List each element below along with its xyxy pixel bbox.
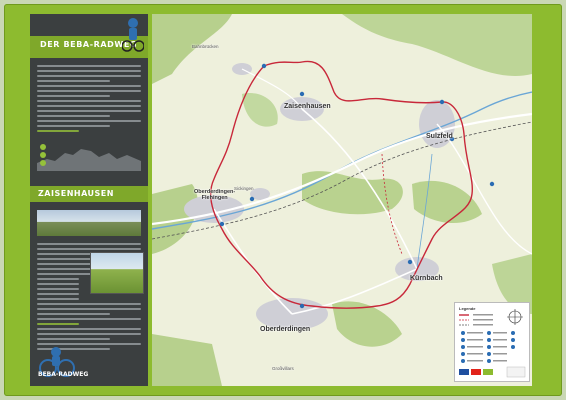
place-grossvillars: Großvillars — [272, 366, 294, 371]
place-kuernbach: Kürnbach — [410, 275, 443, 282]
poi-marker — [261, 63, 267, 69]
tree-photo — [90, 252, 144, 294]
poi-marker — [299, 303, 305, 309]
poi-marker — [219, 221, 225, 227]
place-sulzfeld: Sulzfeld — [426, 133, 453, 140]
mascot-icon — [122, 18, 144, 52]
place-bahnbrucken: Bahnbrücken — [192, 44, 219, 49]
place-sickingen: Sickingen — [234, 186, 254, 191]
village-photo — [37, 210, 141, 236]
elevation-profile — [37, 144, 141, 171]
sidebar-header: DER BEBA-RADWEG — [30, 18, 148, 58]
place-zaisenhausen: Zaisenhausen — [284, 103, 331, 110]
poi-marker — [299, 91, 305, 97]
section-title: ZAISENHAUSEN — [38, 189, 114, 198]
sidebar-panel: DER BEBA-RADWEG ZAISENHAUSEN BEBA-RADWEG — [30, 14, 148, 386]
poi-marker — [489, 181, 495, 187]
route-map: Bahnbrücken Zaisenhausen Sulzfeld Oberde… — [152, 14, 532, 386]
poi-marker — [439, 99, 445, 105]
section-header: ZAISENHAUSEN — [30, 186, 148, 202]
place-oberderdingen-flehingen: Oberderdingen- Flehingen — [194, 189, 236, 201]
legend-symbols — [459, 309, 526, 378]
map-legend: Legende — [454, 302, 530, 382]
place-oberderdingen: Oberderdingen — [260, 326, 311, 333]
poi-marker — [407, 259, 413, 265]
poi-marker — [249, 196, 255, 202]
intro-text-block — [30, 58, 148, 132]
logo-text: BEBA-RADWEG — [38, 371, 89, 378]
right-border-strip — [534, 14, 558, 386]
